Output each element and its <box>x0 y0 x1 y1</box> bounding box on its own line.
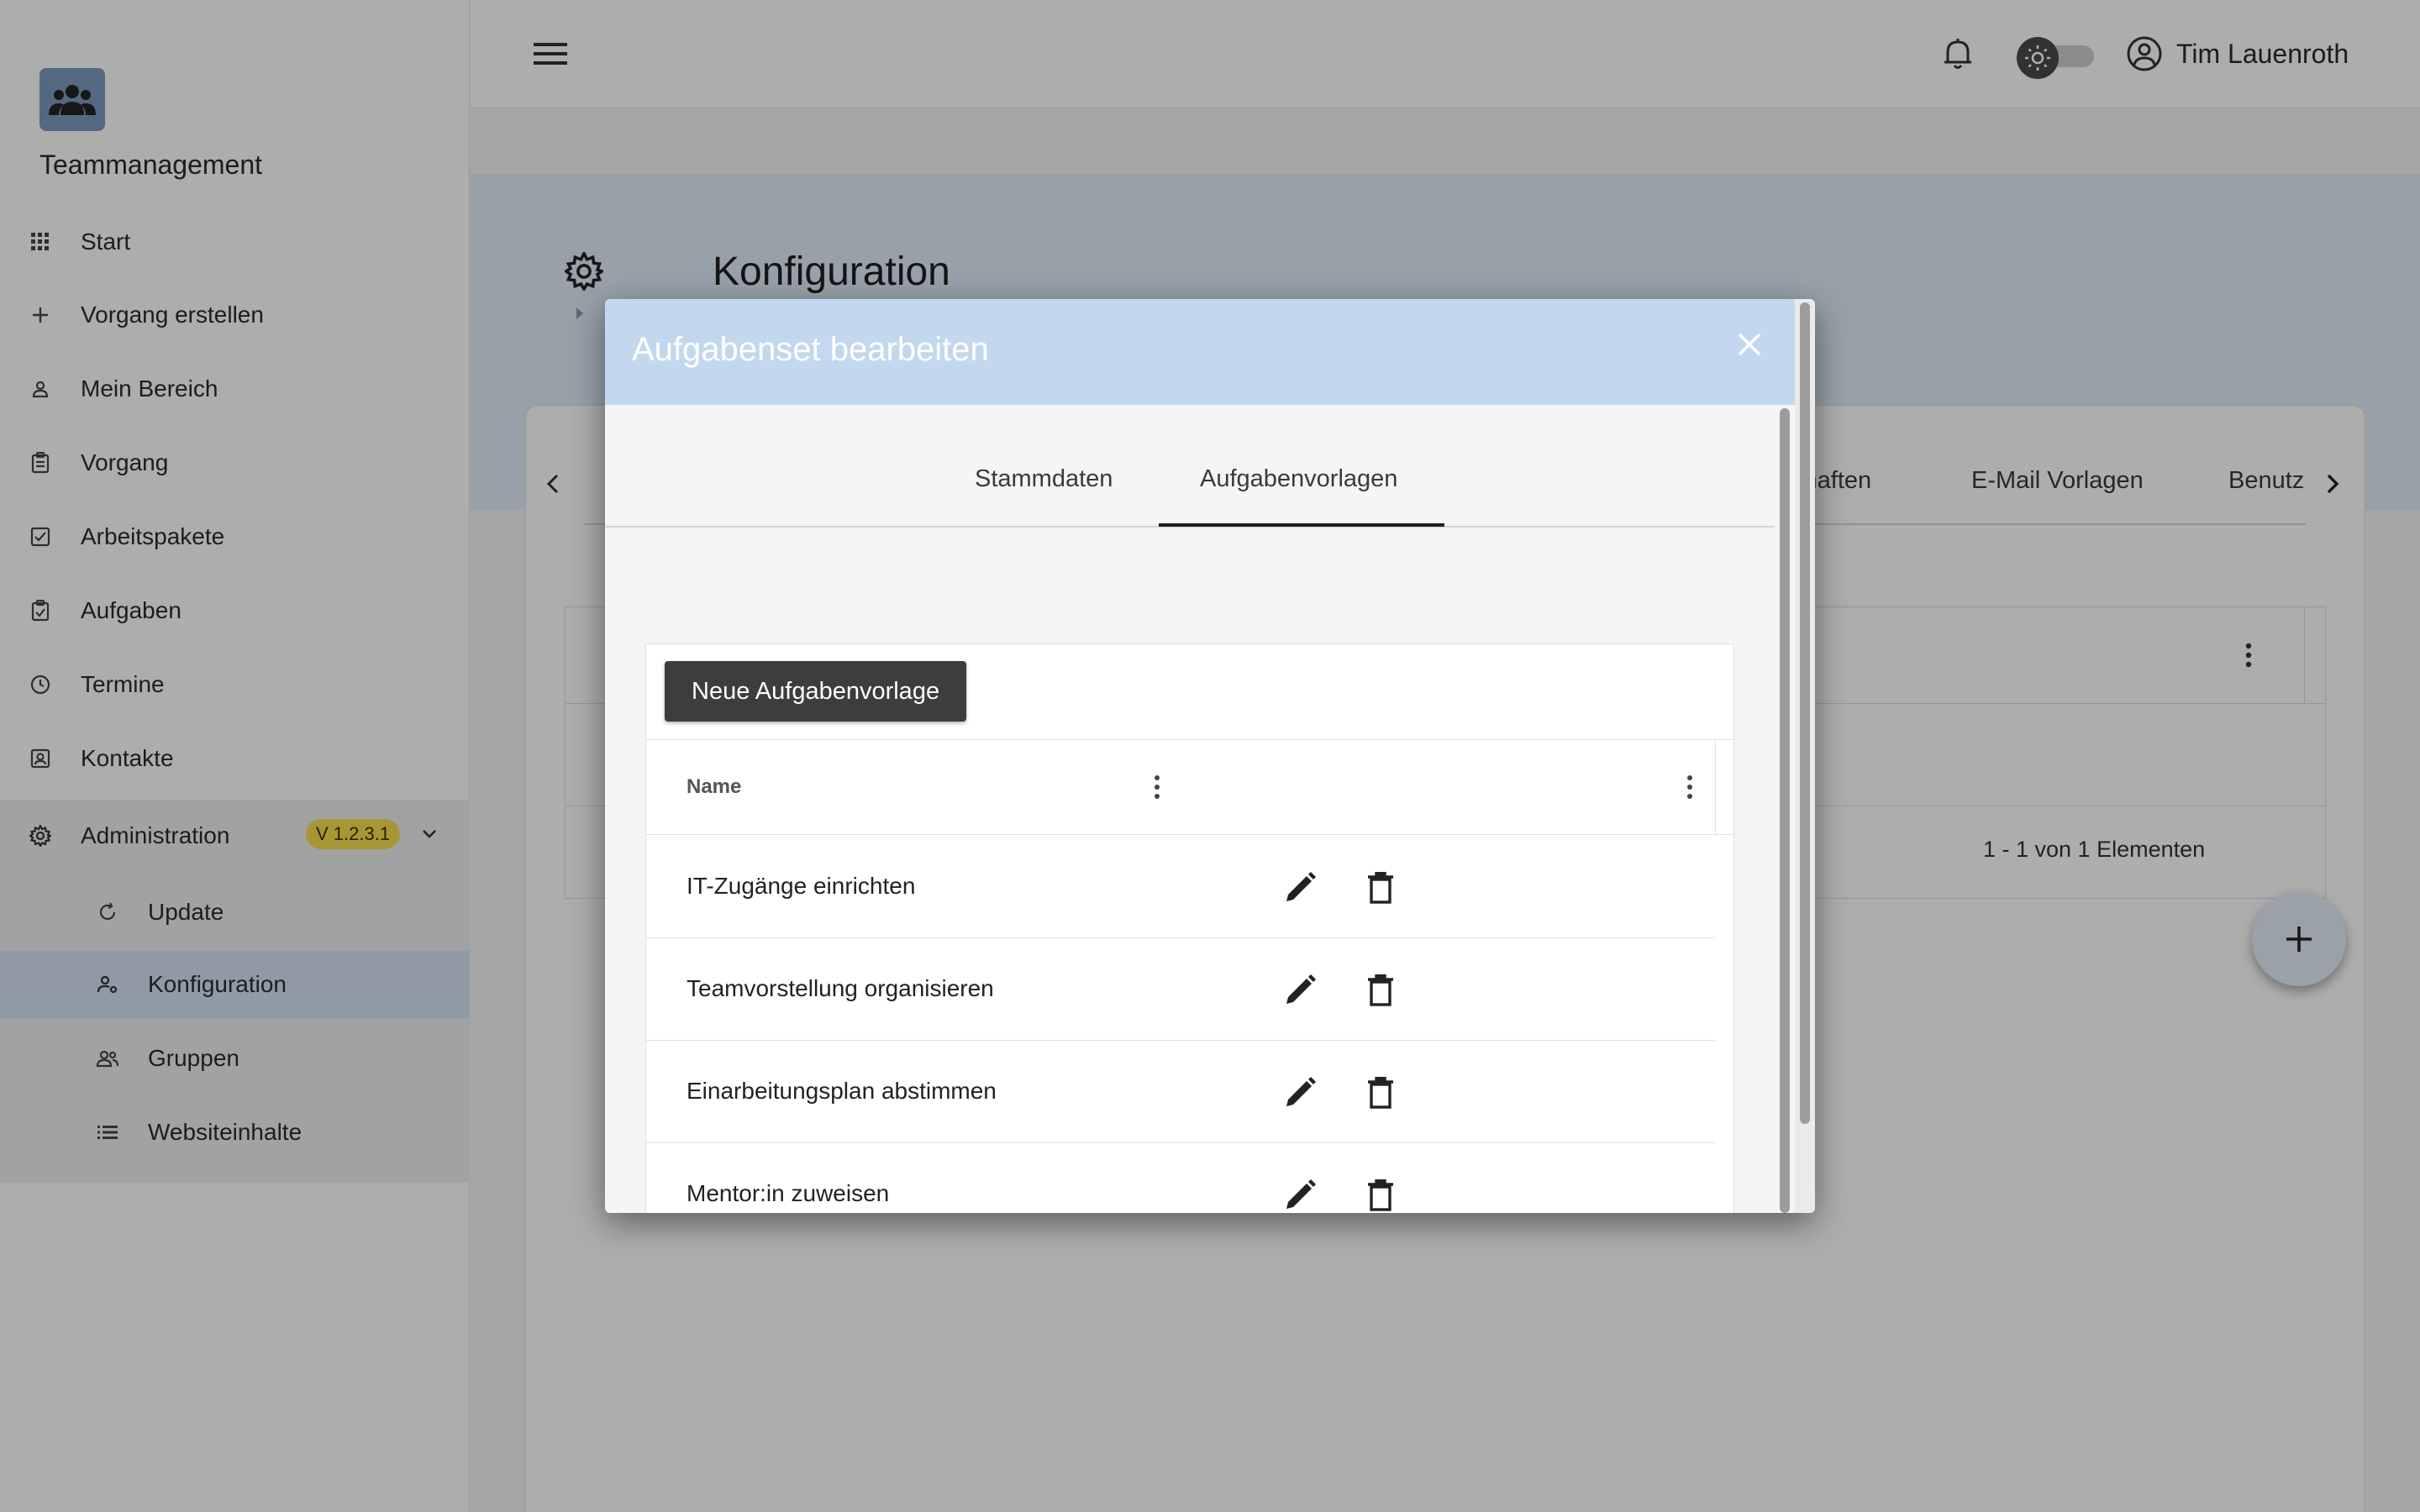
tab-stammdaten[interactable]: Stammdaten <box>975 465 1113 493</box>
trash-icon <box>1368 1077 1393 1109</box>
edit-taskset-dialog: Aufgabenset bearbeiten Stammdaten Aufgab… <box>605 299 1815 1213</box>
column-menu-button[interactable] <box>1147 770 1167 804</box>
task-template-name: IT-Zugänge einrichten <box>687 873 916 899</box>
pencil-icon <box>1286 1179 1316 1209</box>
content-scrollbar[interactable] <box>1775 408 1795 1213</box>
pencil-icon <box>1286 872 1316 901</box>
delete-button[interactable] <box>1362 1074 1399 1111</box>
pencil-icon <box>1286 1077 1316 1106</box>
edit-button[interactable] <box>1281 972 1318 1009</box>
more-vert-icon <box>1687 775 1692 799</box>
table-row: Mentor:in zuweisen <box>646 1143 1715 1213</box>
task-template-name: Einarbeitungsplan abstimmen <box>687 1078 997 1104</box>
pencil-icon <box>1286 974 1316 1004</box>
table-row: Teamvorstellung organisieren <box>646 938 1715 1041</box>
table-column-divider <box>1715 740 1716 836</box>
delete-button[interactable] <box>1362 972 1399 1009</box>
scrollbar-thumb[interactable] <box>1800 302 1810 1124</box>
trash-icon <box>1368 872 1393 904</box>
edit-button[interactable] <box>1281 869 1318 906</box>
edit-button[interactable] <box>1281 1177 1318 1213</box>
new-task-template-button[interactable]: Neue Aufgabenvorlage <box>665 661 967 722</box>
edit-button[interactable] <box>1281 1074 1318 1111</box>
table-row: Einarbeitungsplan abstimmen <box>646 1041 1715 1143</box>
trash-icon <box>1368 974 1393 1006</box>
task-template-name: Mentor:in zuweisen <box>687 1180 890 1206</box>
table-header: Name <box>646 739 1735 836</box>
delete-button[interactable] <box>1362 869 1399 906</box>
dialog-title: Aufgabenset bearbeiten <box>632 331 989 368</box>
delete-button[interactable] <box>1362 1177 1399 1213</box>
trash-icon <box>1368 1179 1393 1211</box>
more-vert-icon <box>1155 775 1160 799</box>
tab-aufgabenvorlagen[interactable]: Aufgabenvorlagen <box>1200 465 1397 493</box>
column-menu-button[interactable] <box>1680 770 1700 804</box>
task-template-name: Teamvorstellung organisieren <box>687 975 994 1001</box>
table-row: IT-Zugänge einrichten <box>646 836 1715 938</box>
scrollbar-thumb[interactable] <box>1780 408 1790 1213</box>
task-template-table: Neue Aufgabenvorlage Name IT-Zugänge ein… <box>645 643 1735 1213</box>
close-icon <box>1738 333 1761 356</box>
close-button[interactable] <box>1731 326 1768 363</box>
dialog-header: Aufgabenset bearbeiten <box>605 299 1795 405</box>
dialog-scrollbar[interactable] <box>1795 299 1815 1213</box>
column-header-name[interactable]: Name <box>687 775 741 799</box>
active-tab-indicator <box>1159 523 1444 527</box>
